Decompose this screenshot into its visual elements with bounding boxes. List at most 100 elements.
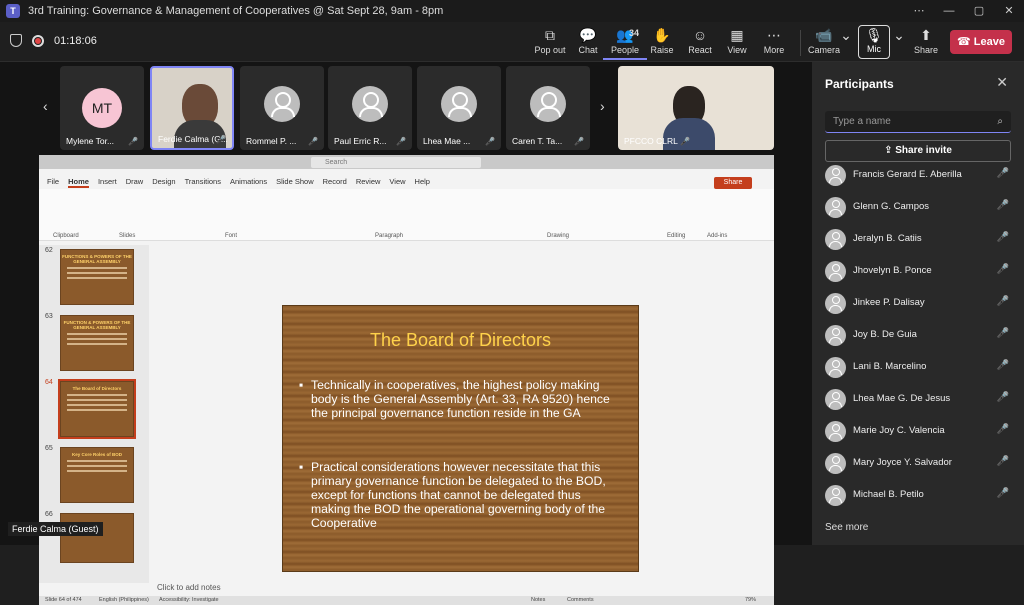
mic-off-icon: 🎤 [996,232,1009,243]
menu-view[interactable]: View [389,177,405,188]
menu-slideshow[interactable]: Slide Show [276,177,314,188]
title-bar: T 3rd Training: Governance & Management … [0,0,1024,22]
mic-off-icon: 🎤 [308,137,318,146]
participant-row[interactable]: Michael B. Petilo 🎤 [825,483,1013,507]
meeting-timer: 01:18:06 [54,34,97,47]
search-icon: ⌕ [997,116,1003,127]
participant-row[interactable]: Lani B. Marcelino 🎤 [825,355,1013,379]
shared-screen-powerpoint: Search File Home Insert Draw Design Tran… [39,155,774,605]
menu-record[interactable]: Record [323,177,347,188]
video-tile[interactable]: Caren T. Ta... 🎤 [506,66,590,150]
person-icon [825,453,846,474]
mic-off-icon: 🎤 [680,137,690,146]
mic-off-icon: 🎤 [996,296,1009,307]
more-button[interactable]: ⋯ More [752,26,796,60]
video-tile[interactable]: MT Mylene Tor... 🎤 [60,66,144,150]
menu-review[interactable]: Review [356,177,381,188]
current-slide: The Board of Directors Technically in co… [282,305,639,572]
participant-row[interactable]: Jeralyn B. Catiis 🎤 [825,227,1013,251]
people-count: 34 [629,28,640,38]
menu-file[interactable]: File [47,177,59,188]
person-icon [825,389,846,410]
menu-transitions[interactable]: Transitions [185,177,221,188]
meeting-toolbar: 01:18:06 ⧉ Pop out 💬 Chat 👥 34 People ✋ Raise… [0,22,1024,62]
ppt-menu: File Home Insert Draw Design Transitions… [47,177,430,188]
ppt-search[interactable]: Search [311,157,481,168]
see-more-link[interactable]: See more [825,522,868,533]
person-icon [352,86,388,122]
person-icon [825,421,846,442]
participant-row[interactable]: Jhovelyn B. Ponce 🎤 [825,259,1013,283]
mic-off-icon: 🎤 [996,488,1009,499]
share-tray-icon: ⬆ [920,27,932,43]
person-icon [825,165,846,186]
person-icon [825,261,846,282]
panel-title: Participants [825,77,894,91]
slide-thumbnail[interactable]: FUNCTION & POWERS OF THE GENERAL ASSEMBL… [60,315,134,371]
close-icon[interactable]: ✕ [996,74,1008,91]
meeting-stage: ‹ MT Mylene Tor... 🎤 Ferdie Calma (G... 🎤 … [0,62,812,605]
participant-row[interactable]: Jinkee P. Dalisay 🎤 [825,291,1013,315]
person-icon [825,485,846,506]
search-input[interactable]: Type a name ⌕ [825,111,1011,133]
minimize-icon[interactable]: — [934,0,964,22]
mic-off-icon: 🎤 [128,137,138,146]
menu-design[interactable]: Design [152,177,175,188]
more-options-icon[interactable]: ⋯ [904,0,934,22]
video-tile[interactable]: Rommel P. ... 🎤 [240,66,324,150]
menu-animations[interactable]: Animations [230,177,267,188]
chevron-left-icon[interactable]: ‹ [43,98,48,114]
participant-row[interactable]: Francis Gerard E. Aberilla 🎤 [825,163,1013,187]
menu-help[interactable]: Help [415,177,430,188]
person-icon [825,357,846,378]
video-tile[interactable]: PFCCO CLRL 🎤 [618,66,774,150]
share-icon: ⇪ [884,145,893,156]
participant-row[interactable]: Mary Joyce Y. Salvador 🎤 [825,451,1013,475]
chevron-right-icon[interactable]: › [600,98,605,114]
menu-insert[interactable]: Insert [98,177,117,188]
share-button[interactable]: ⬆ Share [904,26,948,60]
mic-off-icon: 🎙 [865,27,883,43]
video-tile[interactable]: Lhea Mae ... 🎤 [417,66,501,150]
participant-row[interactable]: Joy B. De Guia 🎤 [825,323,1013,347]
ppt-status-bar: Slide 64 of 474 English (Philippines) Ac… [39,596,774,605]
participant-row[interactable]: Marie Joy C. Valencia 🎤 [825,419,1013,443]
menu-home[interactable]: Home [68,177,89,188]
video-tile[interactable]: Paul Erric R... 🎤 [328,66,412,150]
mic-off-icon: 🎤 [996,168,1009,179]
phone-icon: ☎ [957,36,971,48]
teams-logo-icon: T [6,4,20,18]
participant-row[interactable]: Lhea Mae G. De Jesus 🎤 [825,387,1013,411]
slide-thumbnail[interactable]: FUNCTIONS & POWERS OF THE GENERAL ASSEMB… [60,249,134,305]
video-tile-active-speaker[interactable]: Ferdie Calma (G... 🎤 [150,66,234,150]
notes-placeholder[interactable]: Click to add notes [157,583,221,592]
slide-thumbnail[interactable]: Key Core Roles of BOD [60,447,134,503]
mic-off-icon: 🎤 [996,264,1009,275]
chevron-down-icon: ⌄ [840,27,852,43]
recording-icon [32,34,44,47]
person-icon [825,197,846,218]
camera-options-button[interactable]: ⌄ [836,26,856,60]
slide-bullet: Practical considerations however necessi… [299,460,619,530]
participant-row[interactable]: Glenn G. Campos 🎤 [825,195,1013,219]
person-icon [825,325,846,346]
window-title: 3rd Training: Governance & Management of… [28,5,444,17]
close-window-icon[interactable]: ✕ [994,0,1024,22]
shield-icon[interactable] [10,34,22,47]
slide-thumbnail-selected[interactable]: The Board of Directors [58,379,136,439]
person-icon [530,86,566,122]
divider [800,30,801,56]
share-invite-button[interactable]: ⇪ Share invite [825,140,1011,162]
person-icon [441,86,477,122]
presenter-label: Ferdie Calma (Guest) [8,522,103,536]
maximize-icon[interactable]: ▢ [964,0,994,22]
mic-button[interactable]: 🎙 Mic [858,25,890,59]
mic-off-icon: 🎤 [485,137,495,146]
leave-button[interactable]: ☎ Leave [950,30,1012,54]
menu-draw[interactable]: Draw [126,177,144,188]
mic-off-icon: 🎤 [996,360,1009,371]
ppt-titlebar: Search [39,155,774,169]
slide-thumbnail[interactable] [60,513,134,563]
ppt-share-button[interactable]: Share [714,177,752,189]
mic-off-icon: 🎤 [216,135,226,144]
